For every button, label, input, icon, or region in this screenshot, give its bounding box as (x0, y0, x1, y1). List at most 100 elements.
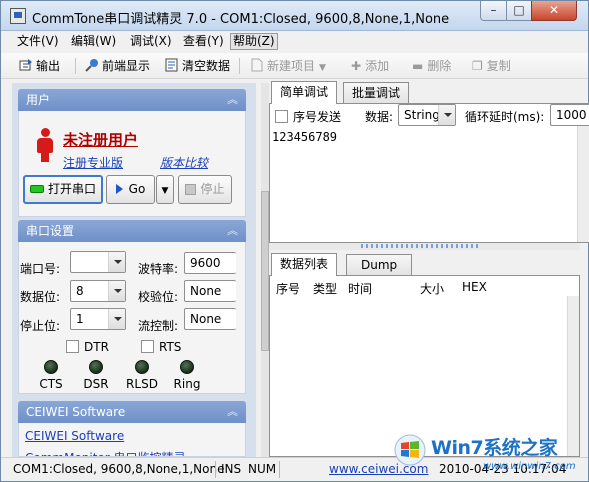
watermark: Win7系统之家 www.winwin7.com (393, 431, 589, 479)
output-button[interactable]: 输出 (19, 57, 60, 75)
title-bar: CommTone串口调试精灵 7.0 - COM1:Closed, 9600,8… (1, 1, 588, 31)
ceiwei-link[interactable]: CEIWEI Software (25, 429, 124, 443)
menu-file[interactable]: 文件(V) (15, 33, 61, 50)
new-document-icon (250, 58, 264, 72)
splitter-grip[interactable] (361, 244, 481, 248)
port-settings-body: 端口号: 波特率: 9600 数据位: 8 校验位: None 停止位: 1 流… (18, 242, 246, 394)
stopbits-select[interactable]: 1 (70, 308, 126, 330)
copy-label: 复制 (486, 59, 511, 73)
flow-select[interactable]: None (184, 308, 236, 330)
menu-bar: 文件(V) 编辑(W) 调试(X) 查看(Y) 帮助(Z) (1, 31, 588, 51)
ring-led-icon (180, 360, 194, 374)
user-section-title: 用户 (26, 93, 51, 107)
clear-data-label: 清空数据 (182, 59, 231, 73)
simple-debug-panel: 序号发送 数据: String 循环延时(ms): 1000 123456789 (269, 103, 589, 243)
watermark-brand: Win7系统之家 (431, 437, 558, 459)
port-label: 端口号: (20, 262, 61, 276)
minus-icon: ▬ (412, 59, 424, 73)
rts-label: RTS (159, 340, 182, 354)
port-select[interactable] (70, 251, 126, 273)
dsr-label: DSR (83, 377, 109, 391)
send-data-textarea[interactable]: 123456789 (272, 130, 570, 240)
clear-data-button[interactable]: 清空数据 (165, 57, 230, 75)
column-type[interactable]: 类型 (313, 280, 337, 297)
tab-batch-debug[interactable]: 批量调试 (343, 82, 410, 103)
ceiwei-section-body: CEIWEI Software CommMonitor 串口监控精灵 (18, 423, 246, 457)
port-status: COM1:Closed, 9600,8,None,1,None (13, 462, 225, 476)
chevron-down-icon: ▼ (161, 186, 169, 196)
minimize-button[interactable]: – (480, 1, 507, 21)
cts-led-icon (44, 360, 58, 374)
version-compare-link[interactable]: 版本比较 (160, 154, 208, 171)
front-display-button[interactable]: 前端显示 (85, 57, 150, 75)
register-pro-link[interactable]: 注册专业版 (63, 154, 123, 171)
toolbar: 输出 前端显示 清空数据 新建项目 ▼ ✚ 添加 ▬ 删除 ❐ 复制 (1, 53, 588, 79)
add-button[interactable]: ✚ 添加 (351, 57, 389, 75)
plus-icon: ✚ (351, 59, 362, 73)
green-led-icon (29, 185, 44, 193)
loop-delay-input[interactable]: 1000 (550, 104, 589, 126)
data-type-label: 数据: (365, 110, 394, 124)
baud-select[interactable]: 9600 (184, 252, 236, 274)
delete-label: 删除 (427, 59, 452, 73)
ceiwei-section-title: CEIWEI Software (26, 405, 126, 419)
unregistered-user-link[interactable]: 未注册用户 (63, 129, 138, 150)
chevron-down-icon (108, 252, 125, 272)
tab-dump[interactable]: Dump (346, 254, 413, 275)
column-hex[interactable]: HEX (462, 280, 487, 294)
column-time[interactable]: 时间 (348, 280, 372, 297)
status-separator (279, 461, 280, 478)
databits-label: 数据位: (20, 290, 61, 304)
output-label: 输出 (36, 59, 61, 73)
pin-icon (85, 58, 99, 72)
play-icon (115, 184, 123, 194)
data-type-select[interactable]: String (398, 104, 456, 126)
commmonitor-link[interactable]: CommMonitor 串口监控精灵 (25, 449, 186, 456)
rts-checkbox[interactable]: RTS (141, 340, 181, 354)
chevron-down-icon: ▼ (319, 63, 326, 73)
front-display-label: 前端显示 (102, 59, 151, 73)
splitter-handle[interactable] (261, 191, 269, 351)
copy-button[interactable]: ❐ 复制 (472, 57, 511, 75)
column-index[interactable]: 序号 (276, 280, 300, 297)
left-panel: 用户 ︽ 未注册用户 注册专业版 版本比较 打开串口 Go ▼ 停止 串口设置 … (12, 83, 256, 457)
menu-help[interactable]: 帮助(Z) (230, 33, 278, 50)
rlsd-label: RLSD (126, 377, 158, 391)
menu-debug[interactable]: 调试(X) (128, 33, 174, 50)
open-port-button[interactable]: 打开串口 (23, 175, 103, 204)
port-settings-title: 串口设置 (26, 224, 75, 238)
rlsd-led-icon (135, 360, 149, 374)
horizontal-splitter[interactable] (269, 243, 580, 250)
dtr-checkbox[interactable]: DTR (66, 340, 109, 354)
left-splitter[interactable] (261, 83, 269, 457)
copy-icon: ❐ (472, 59, 483, 73)
add-label: 添加 (365, 59, 390, 73)
dsr-led-icon (89, 360, 103, 374)
send-data-scrollbar[interactable] (577, 126, 589, 242)
port-settings-header[interactable]: 串口设置 ︽ (18, 220, 246, 242)
user-section-header[interactable]: 用户 ︽ (18, 89, 246, 111)
go-button[interactable]: Go (106, 175, 155, 204)
chevron-down-icon (108, 281, 125, 301)
collapse-icon[interactable]: ︽ (227, 89, 238, 111)
go-dropdown-button[interactable]: ▼ (156, 175, 174, 204)
ceiwei-section-header[interactable]: CEIWEI Software ︽ (18, 401, 246, 423)
parity-select[interactable]: None (184, 280, 236, 302)
baud-label: 波特率: (138, 262, 179, 276)
databits-select[interactable]: 8 (70, 280, 126, 302)
maximize-button[interactable]: □ (506, 1, 532, 21)
new-item-button[interactable]: 新建项目 ▼ (250, 57, 326, 75)
collapse-icon[interactable]: ︽ (227, 401, 238, 423)
loop-send-checkbox[interactable]: 序号发送 (275, 108, 341, 125)
stop-icon (185, 184, 197, 195)
column-size[interactable]: 大小 (420, 280, 444, 297)
delete-button[interactable]: ▬ 删除 (412, 57, 451, 75)
cts-label: CTS (39, 377, 63, 391)
close-button[interactable]: ✕ (531, 1, 577, 21)
menu-edit[interactable]: 编辑(W) (69, 33, 118, 50)
tab-simple-debug[interactable]: 简单调试 (271, 81, 338, 104)
menu-view[interactable]: 查看(Y) (181, 33, 226, 50)
stop-button[interactable]: 停止 (178, 175, 232, 204)
tab-data-list[interactable]: 数据列表 (271, 253, 338, 276)
collapse-icon[interactable]: ︽ (227, 220, 238, 242)
